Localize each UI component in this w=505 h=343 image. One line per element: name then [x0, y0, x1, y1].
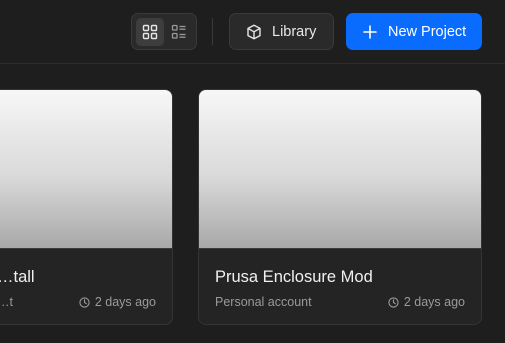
grid-view-button[interactable] [136, 18, 164, 46]
plus-icon [363, 24, 377, 39]
project-thumbnail [0, 90, 172, 249]
clock-icon [79, 296, 90, 308]
project-updated: 2 days ago [388, 295, 465, 309]
project-owner: …t [0, 295, 13, 309]
new-project-button[interactable]: New Project [346, 13, 482, 50]
project-updated-label: 2 days ago [94, 295, 156, 309]
list-view-button[interactable] [165, 18, 193, 46]
library-button-label: Library [272, 23, 317, 40]
project-title: Prusa Enclosure Mod [215, 268, 373, 286]
new-project-button-label: New Project [388, 23, 467, 40]
clock-icon [388, 296, 399, 308]
top-toolbar: Library New Project [0, 0, 505, 64]
grid-view-icon [142, 24, 158, 40]
list-view-icon [171, 24, 186, 39]
project-card[interactable]: …tall …t 2 days ago [0, 89, 173, 325]
project-title: …tall [0, 268, 35, 286]
project-updated-label: 2 days ago [403, 295, 465, 309]
project-thumbnail [199, 90, 481, 249]
toolbar-divider [212, 18, 213, 45]
projects-page: Library New Project …tall …t 2 days ago [0, 0, 505, 343]
project-owner: Personal account [215, 295, 312, 309]
cube-icon [247, 24, 261, 39]
library-button[interactable]: Library [229, 13, 334, 50]
project-card[interactable]: Prusa Enclosure Mod Personal account 2 d… [198, 89, 482, 325]
view-toggle [131, 13, 197, 50]
project-updated: 2 days ago [79, 295, 156, 309]
